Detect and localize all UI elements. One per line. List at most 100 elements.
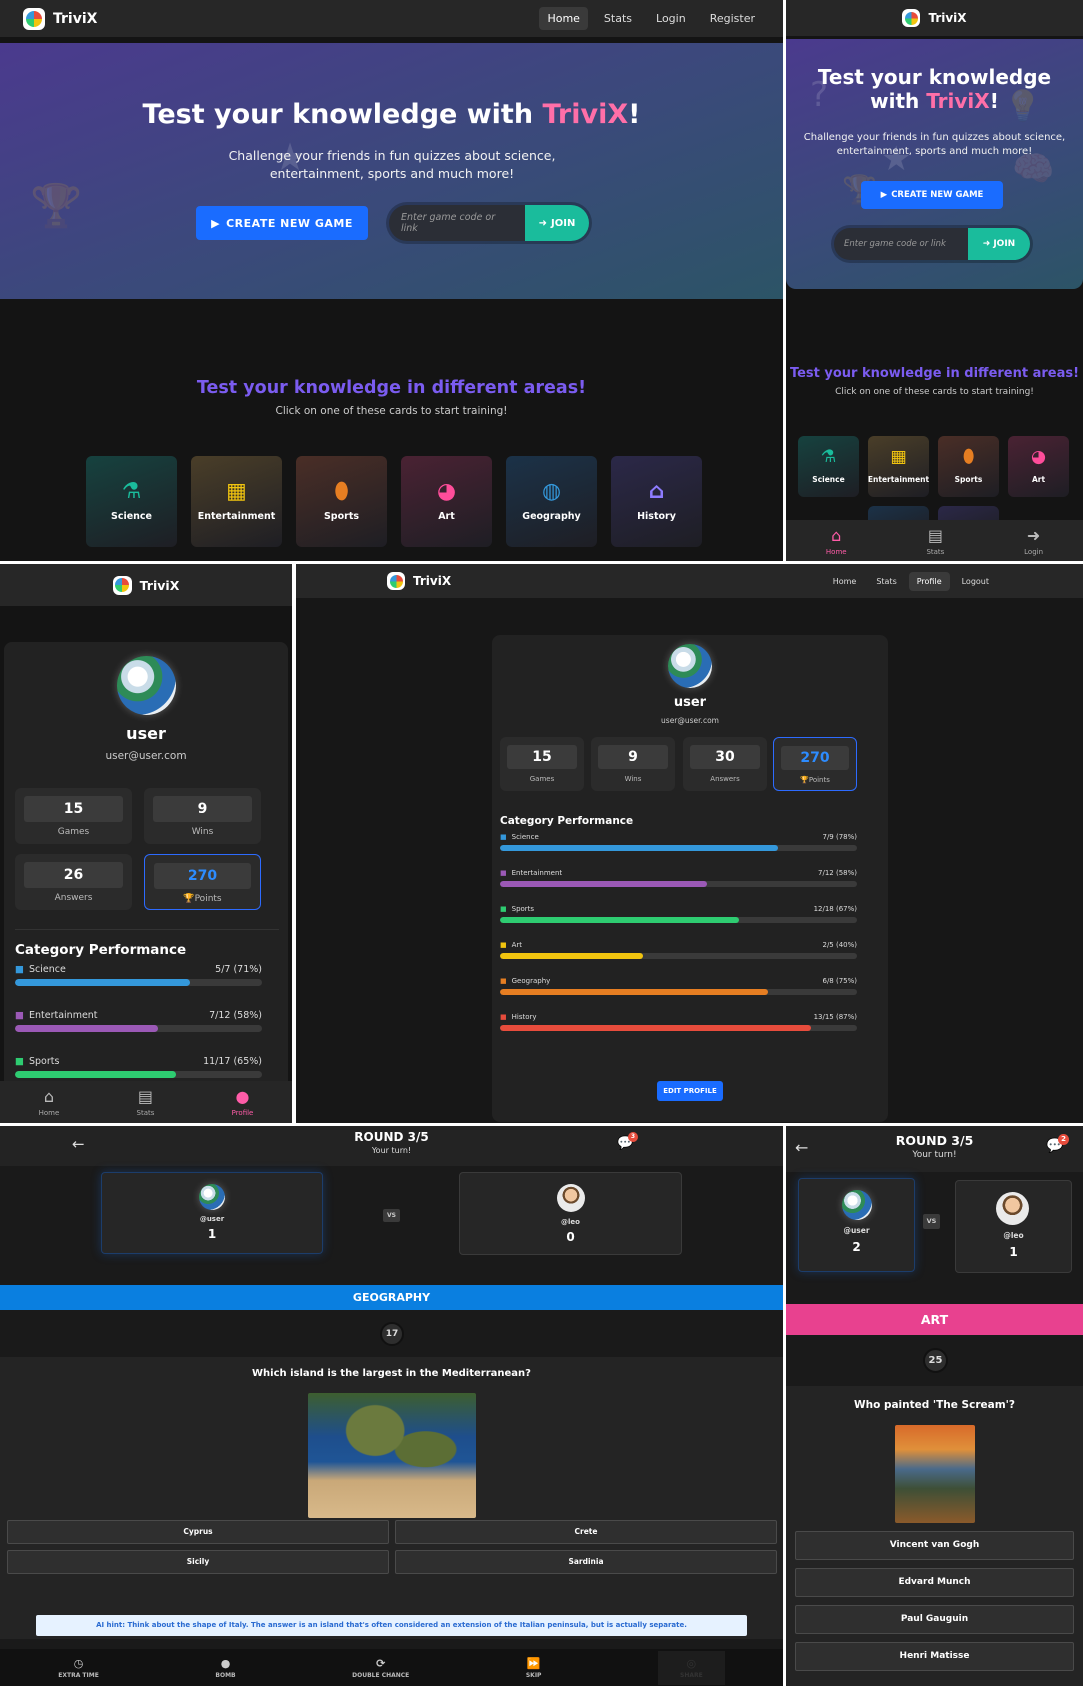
flask-icon: ⚗	[820, 447, 837, 468]
category-name-text: Science	[28, 964, 66, 975]
bottom-nav-login[interactable]: ➜ Login	[1024, 526, 1043, 556]
category-name-text: Entertainment	[28, 1010, 98, 1021]
bottom-nav-stats[interactable]: ▤ Stats	[926, 526, 944, 556]
share-button[interactable]: ◎ SHARE	[658, 1650, 725, 1685]
question-text: Which island is the largest in the Medit…	[252, 1368, 531, 1379]
areas-title: Test your knowledge in different areas!	[789, 366, 1080, 381]
answer-option[interactable]: Vincent van Gogh	[795, 1531, 1074, 1560]
chat-badge: 2	[1058, 1134, 1069, 1145]
top-navbar: TriviX Home Stats Login Register	[0, 0, 783, 37]
category-row-science: ■ Science 7/9 (78%)	[500, 833, 857, 851]
answer-option[interactable]: Sardinia	[395, 1550, 777, 1574]
answer-option[interactable]: Henri Matisse	[795, 1642, 1074, 1671]
category-row-history: ■ History 13/15 (87%)	[500, 1013, 857, 1031]
stat-label: Answers	[710, 775, 740, 783]
bomb-button[interactable]: ● BOMB	[215, 1657, 235, 1679]
category-row-header: ■ Sports 11/17 (65%)	[15, 1056, 262, 1067]
player-handle: @user	[843, 1226, 870, 1235]
category-progress-fill	[15, 979, 191, 986]
create-game-button[interactable]: ▶ CREATE NEW GAME	[861, 181, 1003, 209]
category-card-entertainment[interactable]: ▦ Entertainment	[868, 436, 929, 497]
nav-profile[interactable]: Profile	[908, 571, 950, 591]
nav-stats[interactable]: Stats	[868, 572, 904, 591]
answer-option[interactable]: Cyprus	[7, 1520, 389, 1544]
double-chance-button[interactable]: ⟳ DOUBLE CHANCE	[352, 1657, 409, 1679]
top-navbar: TriviX	[786, 0, 1083, 36]
answer-option[interactable]: Paul Gauguin	[795, 1605, 1074, 1634]
answer-option[interactable]: Edvard Munch	[795, 1568, 1074, 1597]
category-row-header: ■ History 13/15 (87%)	[500, 1013, 857, 1021]
answer-option[interactable]: Crete	[395, 1520, 777, 1544]
chart-icon: ▤	[927, 525, 943, 545]
category-card-sports[interactable]: ⬮ Sports	[296, 456, 387, 547]
category-card-art[interactable]: ◕ Art	[1008, 436, 1069, 497]
create-game-button[interactable]: ▶ CREATE NEW GAME	[196, 206, 368, 240]
bottom-nav-profile[interactable]: ● Profile	[232, 1087, 254, 1117]
bottom-nav-home[interactable]: ⌂ Home	[39, 1087, 60, 1117]
extra-time-button[interactable]: ◷ EXTRA TIME	[58, 1657, 99, 1679]
skip-button[interactable]: ⏩ SKIP	[526, 1657, 542, 1679]
chart-icon: ▤	[137, 1087, 153, 1106]
category-card-label: Entertainment	[197, 510, 276, 522]
bottom-nav: ⌂ Home ▤ Stats ➜ Login	[786, 520, 1083, 561]
nav-login[interactable]: Login	[648, 7, 694, 30]
stat-value: 15	[24, 796, 123, 822]
nav-home[interactable]: Home	[539, 7, 588, 30]
areas-subtitle: Click on one of these cards to start tra…	[835, 387, 1034, 397]
category-icon: ■	[500, 833, 507, 841]
category-name: ■ Science	[15, 964, 66, 975]
profile-card: user user@user.com 15 Games 9 Wins 26 Answers…	[4, 642, 288, 1123]
desktop-home-screen: TriviX Home Stats Login Register 🏆 ★ Tes…	[0, 0, 783, 561]
stat-value: 30	[689, 745, 761, 769]
join-button[interactable]: ➜ JOIN	[525, 205, 589, 241]
desktop-profile-screen: TriviX Home Stats Profile Logout user us…	[296, 564, 1083, 1123]
player-card-opponent: @leo 0	[459, 1172, 682, 1255]
player-score: 2	[852, 1240, 861, 1254]
answer-option[interactable]: Sicily	[7, 1550, 389, 1574]
nav-home[interactable]: Home	[825, 572, 865, 591]
category-progress-fill	[15, 1025, 159, 1032]
player-handle: @user	[199, 1215, 225, 1223]
nav-stats[interactable]: Stats	[596, 7, 640, 30]
brand-logo-link[interactable]: TriviX	[23, 7, 97, 30]
mobile-game-screen: ← ROUND 3/5 Your turn! 💬 2 @user 2 VS @l…	[786, 1126, 1083, 1686]
hero-section: ? 💡 🧠 ★ 🏆 Test your knowledge with Trivi…	[786, 39, 1083, 289]
sign-in-icon: ➜	[982, 239, 991, 249]
category-card-label: Geography	[522, 510, 581, 522]
avatar	[842, 1190, 872, 1220]
category-score: 7/12 (58%)	[818, 869, 857, 877]
category-card-entertainment[interactable]: ▦ Entertainment	[191, 456, 282, 547]
category-row-art: ■ Art 2/5 (40%)	[500, 941, 857, 959]
stat-label: 🏆Points	[145, 894, 260, 904]
category-card-art[interactable]: ◕ Art	[401, 456, 492, 547]
bottom-nav-stats[interactable]: ▤ Stats	[137, 1087, 155, 1117]
user-icon: ●	[235, 1087, 250, 1106]
category-progress-fill	[500, 845, 779, 851]
category-card-history[interactable]: ⌂ History	[611, 456, 702, 547]
sign-in-icon: ➜	[538, 217, 548, 229]
category-name-text: Sports	[511, 905, 535, 913]
category-name: ■ Sports	[15, 1056, 59, 1067]
username: user	[673, 695, 707, 710]
fast-forward-icon: ⏩	[526, 1656, 541, 1670]
category-card-science[interactable]: ⚗ Science	[86, 456, 177, 547]
category-card-sports[interactable]: ⬮ Sports	[938, 436, 999, 497]
home-icon: ⌂	[43, 1087, 55, 1106]
edit-profile-button[interactable]: EDIT PROFILE	[657, 1081, 723, 1101]
user-email: user@user.com	[105, 750, 187, 762]
nav-logout[interactable]: Logout	[954, 572, 997, 591]
nav-register[interactable]: Register	[702, 7, 763, 30]
category-card-label: Entertainment	[867, 474, 930, 484]
category-card-geography[interactable]: ◍ Geography	[506, 456, 597, 547]
game-code-input[interactable]: Enter game code or link	[389, 205, 525, 241]
landmark-icon: ⌂	[648, 479, 665, 505]
game-code-input[interactable]: Enter game code or link	[834, 228, 968, 260]
join-button[interactable]: ➜ JOIN	[968, 228, 1030, 260]
category-progress-fill	[500, 953, 643, 959]
bottom-nav-home[interactable]: ⌂ Home	[826, 526, 847, 556]
category-icon: ■	[15, 1010, 24, 1021]
stat-value: 9	[597, 745, 669, 769]
brand-logo-link[interactable]: TriviX	[387, 572, 451, 590]
home-icon: ⌂	[831, 525, 842, 545]
category-card-science[interactable]: ⚗ Science	[798, 436, 859, 497]
